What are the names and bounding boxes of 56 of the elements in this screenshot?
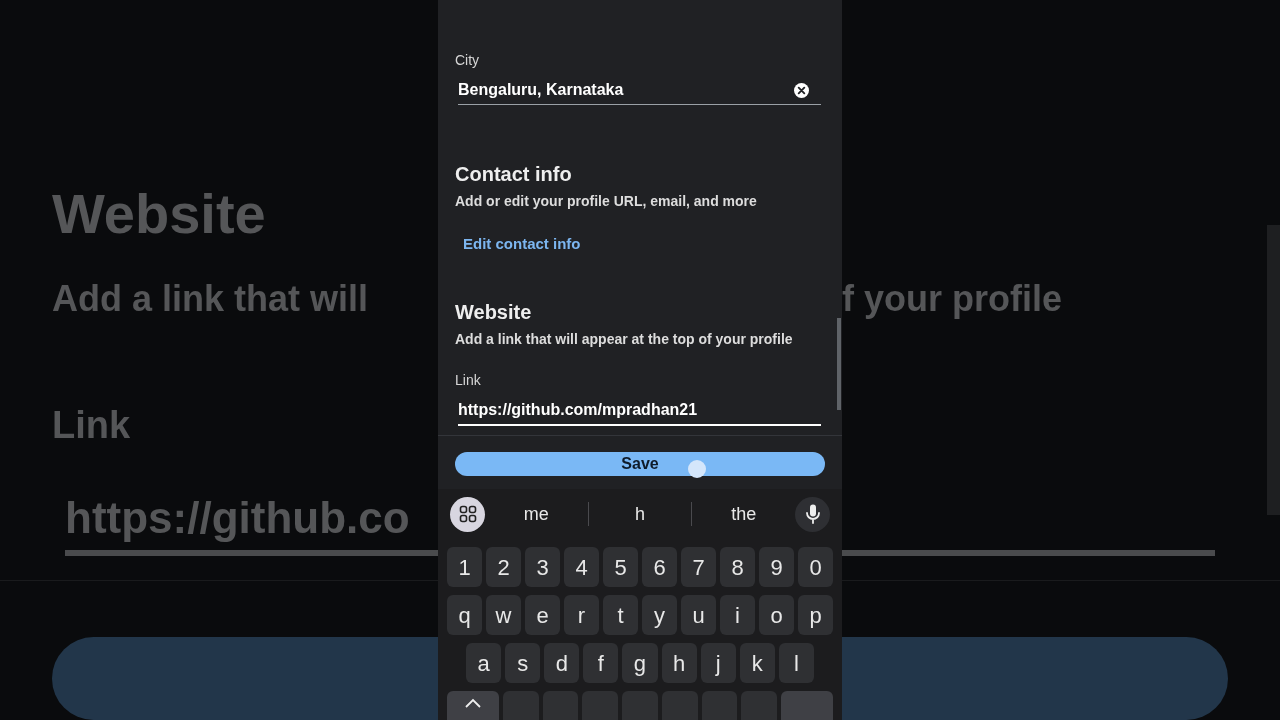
keyboard-key[interactable]: j	[700, 643, 736, 683]
field-label: City	[455, 52, 480, 68]
apps-button[interactable]	[450, 496, 485, 532]
keyboard-key[interactable]: 5	[603, 547, 638, 587]
touch-indicator-icon	[688, 460, 706, 478]
section-description: Add a link that will appear at the top of your profile	[455, 330, 794, 348]
field-label: Link	[455, 372, 481, 388]
keyboard-key[interactable]: i	[720, 595, 755, 635]
keyboard-key[interactable]: 4	[564, 547, 599, 587]
keyboard-key[interactable]: w	[486, 595, 521, 635]
backdrop-link-value: https://github.co	[65, 492, 411, 544]
keyboard-key[interactable]: g	[622, 643, 658, 683]
edit-contact-link[interactable]: Edit contact info	[463, 235, 581, 253]
backdrop-description: Add a link that will	[52, 277, 370, 321]
backdrop-description: f your profile	[842, 277, 1062, 321]
section-heading: Website	[455, 300, 533, 324]
suggestion[interactable]: the	[692, 500, 795, 528]
microphone-button[interactable]	[795, 496, 830, 532]
grid-icon	[458, 505, 477, 523]
keyboard-key[interactable]: 2	[486, 547, 521, 587]
keyboard-key[interactable]: 0	[798, 547, 833, 587]
clear-icon[interactable]	[794, 82, 809, 98]
section-heading: Contact info	[455, 162, 573, 186]
save-button[interactable]: Save	[455, 452, 825, 476]
keyboard-key[interactable]: y	[642, 595, 677, 635]
keyboard-key[interactable]: u	[681, 595, 716, 635]
keyboard-key[interactable]: 6	[642, 547, 677, 587]
keyboard-key[interactable]: 9	[759, 547, 794, 587]
keyboard-key[interactable]: e	[525, 595, 560, 635]
keyboard-key[interactable]: t	[603, 595, 638, 635]
keyboard-key[interactable]: k	[739, 643, 775, 683]
keyboard-key[interactable]: d	[544, 643, 580, 683]
backdrop-heading: Website	[52, 182, 266, 246]
keyboard-key[interactable]: f	[583, 643, 619, 683]
text-field[interactable]: Bengaluru, Karnataka	[458, 80, 821, 105]
keyboard-key[interactable]: p	[798, 595, 833, 635]
keyboard-key[interactable]: 7	[681, 547, 716, 587]
keyboard-key[interactable]: l	[778, 643, 814, 683]
keyboard-key[interactable]: 3	[525, 547, 560, 587]
shift-icon	[464, 698, 482, 708]
keyboard-key[interactable]: a	[466, 643, 502, 683]
suggestion[interactable]: me	[485, 500, 588, 528]
shift-key[interactable]	[447, 691, 499, 720]
keyboard-key[interactable]: h	[661, 643, 697, 683]
backspace-key[interactable]	[781, 691, 834, 720]
backdrop-label: Link	[52, 403, 131, 448]
microphone-icon	[805, 504, 820, 524]
keyboard-key[interactable]: o	[759, 595, 794, 635]
keyboard-key[interactable]: r	[564, 595, 599, 635]
keyboard-key[interactable]: s	[505, 643, 541, 683]
suggestion[interactable]: h	[588, 500, 692, 528]
keyboard-key[interactable]: 1	[447, 547, 482, 587]
keyboard-key[interactable]: q	[447, 595, 482, 635]
keyboard-key[interactable]: 8	[720, 547, 755, 587]
text-field[interactable]: https://github.com/mpradhan21	[458, 400, 821, 426]
section-description: Add or edit your profile URL, email, and more	[455, 192, 758, 210]
